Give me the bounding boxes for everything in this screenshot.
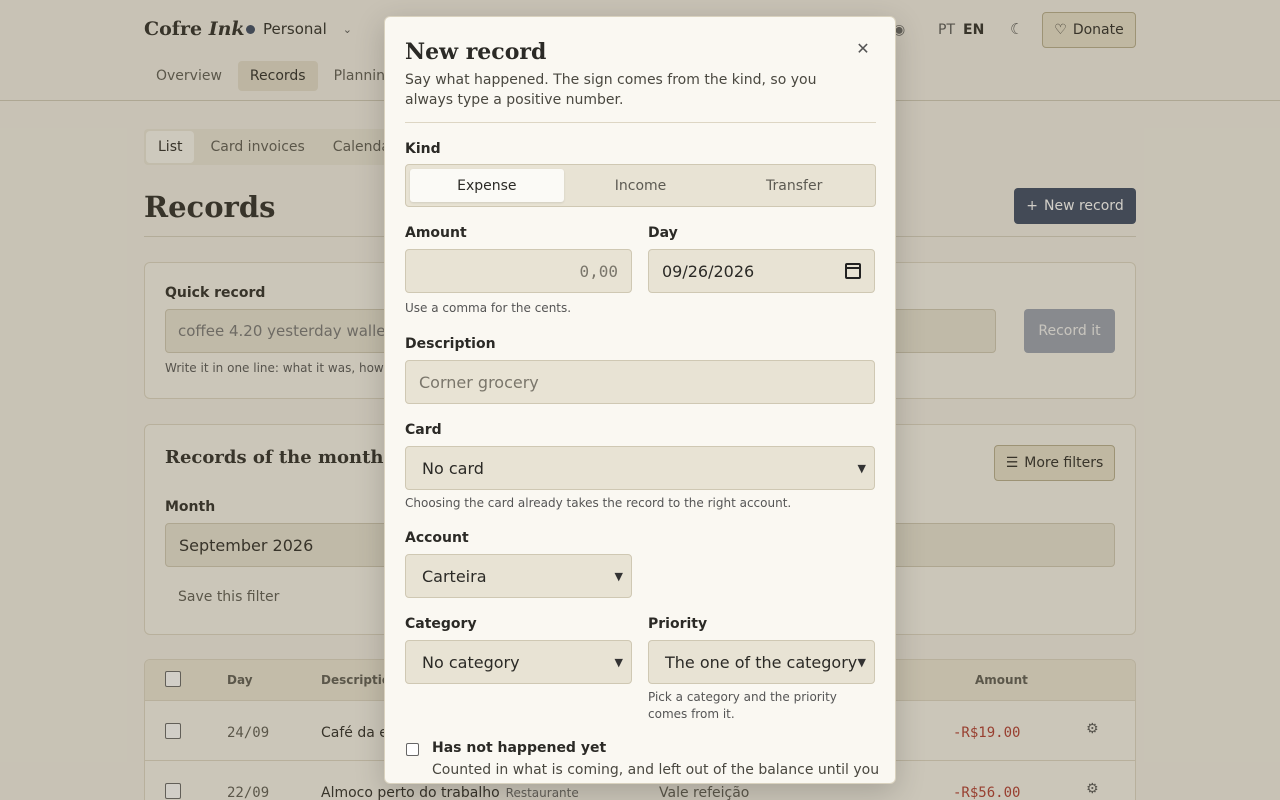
chevron-down-icon: ▼ — [614, 569, 623, 583]
priority-label: Priority — [648, 616, 708, 632]
priority-select[interactable]: The one of the category ▼ — [648, 640, 875, 684]
day-input[interactable]: 09/26/2026 — [648, 249, 875, 293]
new-record-dialog: New record ✕ Say what happened. The sign… — [384, 16, 896, 784]
description-label: Description — [405, 336, 496, 352]
chevron-down-icon: ▼ — [614, 655, 623, 669]
dialog-subtitle: Say what happened. The sign comes from t… — [405, 72, 817, 108]
amount-help: Use a comma for the cents. — [405, 301, 572, 315]
dialog-title: New record — [405, 39, 547, 65]
card-label: Card — [405, 422, 442, 438]
chevron-down-icon: ▼ — [857, 461, 866, 475]
amount-input[interactable]: 0,00 — [405, 249, 632, 293]
not-happened-checkbox[interactable] — [406, 743, 419, 756]
kind-label: Kind — [405, 141, 441, 157]
not-happened-help: Counted in what is coming, and left out … — [432, 762, 880, 783]
divider — [405, 122, 876, 123]
description-input[interactable]: Corner grocery — [405, 360, 875, 404]
calendar-icon[interactable] — [845, 263, 861, 279]
priority-help: Pick a category and the priority comes f… — [648, 690, 837, 721]
kind-expense[interactable]: Expense — [410, 169, 564, 202]
card-help: Choosing the card already takes the reco… — [405, 496, 792, 510]
category-label: Category — [405, 616, 477, 632]
close-icon[interactable]: ✕ — [855, 41, 871, 57]
kind-income[interactable]: Income — [564, 169, 718, 202]
card-select[interactable]: No card ▼ — [405, 446, 875, 490]
account-select[interactable]: Carteira ▼ — [405, 554, 632, 598]
category-select[interactable]: No category ▼ — [405, 640, 632, 684]
not-happened-label[interactable]: Has not happened yet — [432, 740, 606, 756]
chevron-down-icon: ▼ — [857, 655, 866, 669]
day-label: Day — [648, 225, 678, 241]
kind-segmented-control: Expense Income Transfer — [405, 164, 876, 207]
account-label: Account — [405, 530, 469, 546]
kind-transfer[interactable]: Transfer — [717, 169, 871, 202]
amount-label: Amount — [405, 225, 467, 241]
